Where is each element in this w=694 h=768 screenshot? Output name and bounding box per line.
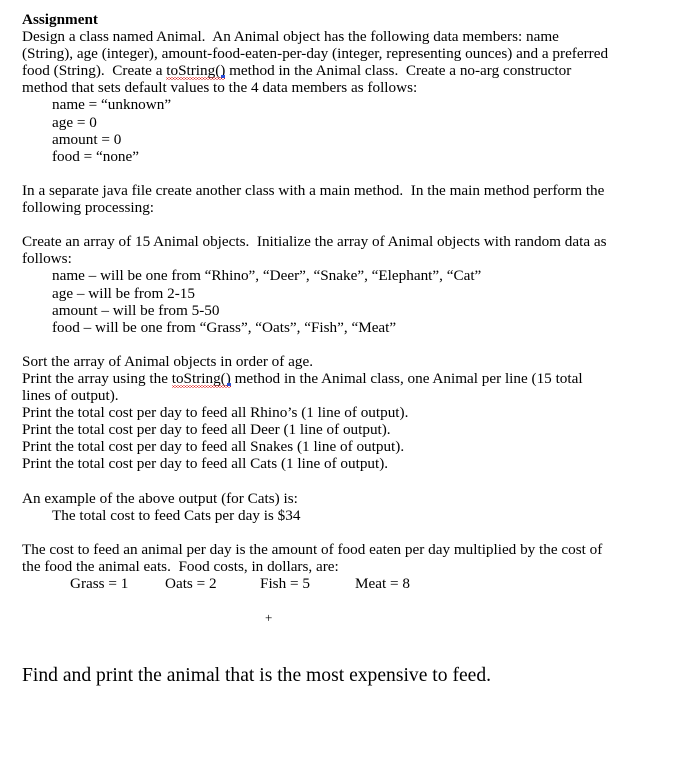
page-title: Assignment	[22, 11, 98, 28]
intro-line-4: method that sets default values to the 4…	[22, 79, 418, 97]
create-array-line-2: follows:	[22, 250, 72, 268]
food-cost-oats: Oats = 2	[165, 575, 217, 593]
random-data-rules-list: name – will be one from “Rhino”, “Deer”,…	[22, 267, 672, 335]
instruction-print-array-wrap: lines of output).	[22, 387, 119, 405]
stray-plus-symbol: +	[265, 610, 273, 626]
rule-name: name – will be one from “Rhino”, “Deer”,…	[52, 267, 482, 285]
spacer-3	[22, 336, 672, 353]
default-value-food: food = “none”	[52, 147, 140, 165]
spellcheck-tostring-1: toString()	[166, 62, 226, 81]
food-cost-fish: Fish = 5	[260, 575, 310, 593]
instruction-print-snakes: Print the total cost per day to feed all…	[22, 438, 405, 456]
food-cost-meat: Meat = 8	[355, 575, 410, 593]
cost-explanation-line-2: the food the animal eats. Food costs, in…	[22, 558, 339, 575]
spacer-7	[22, 626, 672, 643]
print-array-suffix: method in the Animal class, one Animal p…	[230, 369, 583, 387]
intro-line-3: food (String). Create a toString() metho…	[22, 62, 672, 81]
main-method-line-1: In a separate java file create another c…	[22, 181, 605, 199]
paragraph-instructions: Sort the array of Animal objects in orde…	[22, 353, 672, 473]
paragraph-main-method: In a separate java file create another c…	[22, 182, 672, 216]
paragraph-example-output: An example of the above output (for Cats…	[22, 490, 672, 524]
intro-line-3-suffix: method in the Animal class. Create a no-…	[225, 62, 572, 80]
default-value-name: name = “unknown”	[52, 96, 172, 114]
instruction-print-rhinos: Print the total cost per day to feed all…	[22, 404, 409, 422]
intro-line-1: Design a class named Animal. An Animal o…	[22, 28, 559, 46]
example-intro: An example of the above output (for Cats…	[22, 489, 298, 507]
main-method-line-2: following processing:	[22, 199, 155, 217]
paragraph-cost-explanation: The cost to feed an animal per day is th…	[22, 541, 672, 592]
cost-explanation-line-1: The cost to feed an animal per day is th…	[22, 540, 603, 558]
final-instruction-line: Find and print the animal that is the mo…	[22, 665, 492, 687]
document-body: Assignment Design a class named Animal. …	[22, 11, 672, 688]
food-costs-row: Grass = 1 Oats = 2 Fish = 5 Meat = 8	[22, 575, 672, 592]
intro-line-3-prefix: food (String). Create a	[22, 62, 167, 80]
document-page: Assignment Design a class named Animal. …	[0, 0, 694, 768]
spacer-2	[22, 216, 672, 233]
spacer-4	[22, 473, 672, 490]
spacer-1	[22, 165, 672, 182]
spacer-5	[22, 524, 672, 541]
spacer-6	[22, 592, 672, 609]
grammar-mark-icon	[221, 75, 226, 79]
create-array-line-1: Create an array of 15 Animal objects. In…	[22, 233, 607, 251]
paragraph-assignment-intro: Design a class named Animal. An Animal o…	[22, 28, 672, 96]
instruction-print-deer: Print the total cost per day to feed all…	[22, 421, 391, 439]
rule-food: food – will be one from “Grass”, “Oats”,…	[52, 318, 397, 336]
instruction-sort: Sort the array of Animal objects in orde…	[22, 352, 314, 370]
intro-line-2: (String), age (integer), amount-food-eat…	[22, 45, 609, 63]
example-output-text: The total cost to feed Cats per day is $…	[52, 506, 301, 524]
instruction-print-array: Print the array using the toString() met…	[22, 369, 672, 389]
rule-age: age – will be from 2-15	[52, 284, 195, 302]
default-value-amount: amount = 0	[52, 130, 122, 148]
food-cost-grass: Grass = 1	[70, 575, 129, 593]
paragraph-create-array: Create an array of 15 Animal objects. In…	[22, 233, 672, 267]
print-array-prefix: Print the array using the	[22, 369, 172, 387]
grammar-mark-icon-2	[226, 382, 231, 386]
default-value-age: age = 0	[52, 113, 97, 131]
spellcheck-tostring-2: toString()	[171, 369, 231, 389]
instruction-print-cats: Print the total cost per day to feed all…	[22, 455, 389, 473]
rule-amount: amount – will be from 5-50	[52, 301, 220, 319]
default-values-list: name = “unknown” age = 0 amount = 0 food…	[22, 96, 672, 164]
